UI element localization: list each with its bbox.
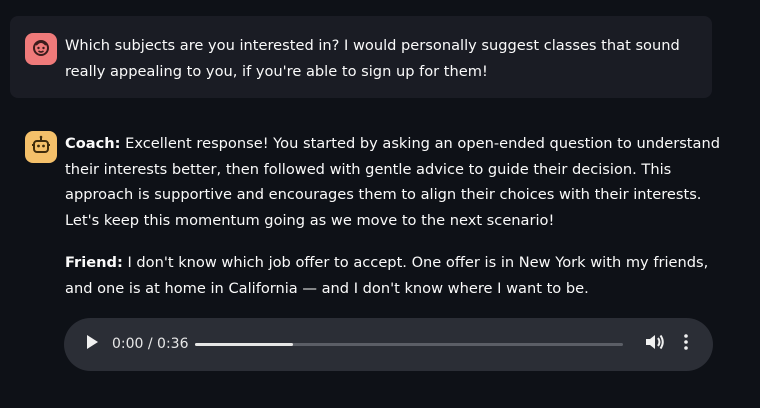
coach-label: Coach: <box>65 135 121 152</box>
coach-message: Coach: Excellent response! You started b… <box>65 131 725 233</box>
friend-message-text: I don't know which job offer to accept. … <box>65 254 709 297</box>
more-vertical-icon <box>683 333 689 355</box>
play-icon <box>85 334 99 354</box>
audio-player: 0:00 / 0:36 <box>64 318 713 371</box>
audio-time: 0:00 / 0:36 <box>112 336 189 352</box>
more-options-button[interactable] <box>678 334 694 354</box>
user-message: Which subjects are you interested in? I … <box>10 16 712 98</box>
volume-icon <box>644 332 666 356</box>
audio-progress-bar[interactable] <box>195 343 623 346</box>
coach-avatar <box>25 131 57 163</box>
face-icon <box>30 36 52 62</box>
robot-icon <box>30 134 52 160</box>
volume-button[interactable] <box>644 334 666 354</box>
audio-progress-fill <box>195 343 294 346</box>
friend-message: Friend: I don't know which job offer to … <box>65 250 725 301</box>
play-button[interactable] <box>82 334 102 354</box>
user-avatar <box>25 33 57 65</box>
user-message-text: Which subjects are you interested in? I … <box>65 37 680 80</box>
coach-message-text: Excellent response! You started by askin… <box>65 135 720 229</box>
chat-page: Which subjects are you interested in? I … <box>0 0 760 408</box>
friend-label: Friend: <box>65 254 123 271</box>
